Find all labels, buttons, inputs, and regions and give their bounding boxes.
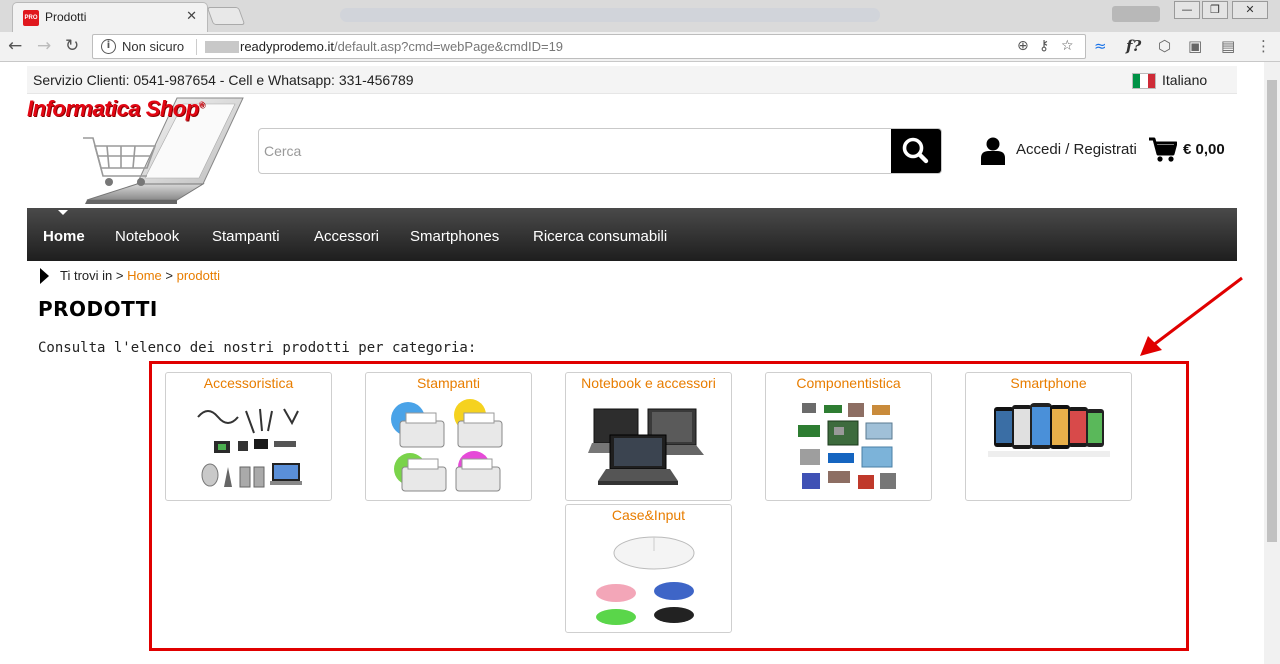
close-window-button[interactable]: ✕	[1232, 1, 1268, 19]
breadcrumb-arrow-icon	[40, 268, 49, 284]
bookmark-star-icon[interactable]: ☆	[1061, 38, 1074, 54]
breadcrumb-text: Ti trovi in > Home > prodotti	[60, 268, 220, 283]
logo-registered-mark: ®	[198, 100, 205, 110]
breadcrumb-current[interactable]: prodotti	[177, 268, 220, 283]
back-arrow-icon[interactable]: ←	[8, 36, 22, 56]
cart-total[interactable]: € 0,00	[1183, 141, 1225, 158]
category-title[interactable]: Smartphone	[966, 375, 1131, 391]
printers-image-icon	[391, 399, 503, 492]
search-button[interactable]	[891, 129, 941, 173]
category-card-smartphone[interactable]: Smartphone	[965, 372, 1132, 501]
nav-item-ricerca-consumabili[interactable]: Ricerca consumabili	[533, 228, 667, 245]
category-title[interactable]: Notebook e accessori	[566, 375, 731, 391]
category-title[interactable]: Accessoristica	[166, 375, 331, 391]
breadcrumb-separator: >	[115, 268, 124, 283]
url-host: readyprodemo.it	[240, 39, 334, 54]
components-image-icon	[798, 403, 896, 489]
nav-active-caret-icon	[58, 210, 68, 215]
key-icon[interactable]: ⚷	[1039, 38, 1049, 54]
security-label[interactable]: Non sicuro	[122, 39, 184, 54]
minimize-button[interactable]: —	[1174, 1, 1200, 19]
nav-item-home[interactable]: Home	[43, 228, 85, 245]
extension-pdf-icon[interactable]: ▤	[1221, 37, 1235, 55]
window-title-blurred	[340, 8, 880, 22]
category-card-componentistica[interactable]: Componentistica	[765, 372, 932, 501]
browser-menu-icon[interactable]: ⋮	[1256, 37, 1271, 55]
category-card-notebook[interactable]: Notebook e accessori	[565, 372, 732, 501]
browser-toolbar: ← → ↻ i Non sicuro readyprodemo.it/defau…	[0, 32, 1280, 62]
reload-icon[interactable]: ↻	[65, 36, 79, 56]
restore-button[interactable]: ❐	[1202, 1, 1228, 19]
flag-stripe-green	[1133, 74, 1141, 88]
scrollbar-thumb[interactable]	[1267, 80, 1277, 542]
page-intro: Consulta l'elenco dei nostri prodotti pe…	[38, 340, 477, 356]
annotation-arrow-icon	[1140, 276, 1243, 356]
omnibox-separator	[196, 39, 197, 55]
extension-cube-icon[interactable]: ⬡	[1158, 37, 1171, 55]
profile-button-blurred[interactable]	[1112, 6, 1160, 22]
forward-arrow-icon[interactable]: →	[37, 36, 51, 56]
search-icon	[902, 137, 929, 164]
nav-item-smartphones[interactable]: Smartphones	[410, 228, 499, 245]
user-icon[interactable]	[981, 137, 1005, 165]
notebooks-image-icon	[588, 408, 704, 485]
browser-titlebar: PRO Prodotti ✕ — ❐ ✕	[0, 0, 1280, 32]
smartphones-image-icon	[988, 403, 1110, 457]
category-title[interactable]: Stampanti	[366, 375, 531, 391]
url-text[interactable]: readyprodemo.it/default.asp?cmd=webPage&…	[240, 39, 563, 54]
breadcrumb-prefix: Ti trovi in	[60, 268, 113, 283]
tab-close-icon[interactable]: ✕	[186, 9, 197, 24]
page-scrollbar[interactable]	[1264, 62, 1280, 664]
extension-screen-icon[interactable]: ▣	[1188, 37, 1202, 55]
info-icon[interactable]: i	[101, 39, 116, 54]
extension-fquestion-icon[interactable]: f?	[1126, 37, 1141, 55]
top-info-bar: Servizio Clienti: 0541-987654 - Cell e W…	[27, 66, 1237, 94]
breadcrumb-home-link[interactable]: Home	[127, 268, 162, 283]
category-title[interactable]: Componentistica	[766, 375, 931, 391]
url-path: /default.asp?cmd=webPage&cmdID=19	[333, 39, 564, 54]
flag-stripe-red	[1147, 74, 1155, 88]
extension-wave-icon[interactable]: ≈	[1094, 37, 1107, 55]
search-input[interactable]	[259, 129, 891, 173]
category-title[interactable]: Case&Input	[566, 507, 731, 523]
address-bar[interactable]: i Non sicuro readyprodemo.it/default.asp…	[92, 34, 1086, 59]
logo-text: Informatica Shop®	[27, 96, 205, 122]
url-prefix-blurred	[205, 41, 239, 53]
shopping-cart-icon[interactable]	[1149, 137, 1177, 163]
search-box	[258, 128, 942, 174]
page-title: PRODOTTI	[38, 297, 158, 321]
category-card-stampanti[interactable]: Stampanti	[365, 372, 532, 501]
logo-name: Informatica Shop	[27, 96, 199, 121]
tab-favicon-icon: PRO	[23, 10, 39, 26]
breadcrumb-separator-2: >	[165, 268, 173, 283]
customer-service-text: Servizio Clienti: 0541-987654 - Cell e W…	[33, 72, 414, 88]
language-selector[interactable]: Italiano	[1162, 72, 1207, 88]
flag-stripe-white	[1140, 74, 1148, 88]
zoom-icon[interactable]: ⊕	[1017, 38, 1029, 54]
category-card-case-input[interactable]: Case&Input	[565, 504, 732, 633]
site-logo[interactable]: Informatica Shop®	[27, 94, 245, 206]
new-tab-button[interactable]	[206, 7, 246, 25]
browser-tab[interactable]: PRO Prodotti ✕	[12, 2, 208, 32]
tab-title: Prodotti	[45, 10, 87, 24]
accessories-image-icon	[197, 408, 302, 488]
main-nav: Home Notebook Stampanti Accessori Smartp…	[27, 208, 1237, 261]
nav-item-stampanti[interactable]: Stampanti	[212, 228, 280, 245]
nav-item-notebook[interactable]: Notebook	[115, 228, 179, 245]
category-card-accessoristica[interactable]: Accessoristica	[165, 372, 332, 501]
page-viewport: Servizio Clienti: 0541-987654 - Cell e W…	[0, 62, 1264, 664]
mouse-image-icon	[596, 536, 695, 625]
login-register-link[interactable]: Accedi / Registrati	[1016, 141, 1137, 158]
nav-item-accessori[interactable]: Accessori	[314, 228, 379, 245]
italian-flag-icon[interactable]	[1132, 73, 1156, 89]
